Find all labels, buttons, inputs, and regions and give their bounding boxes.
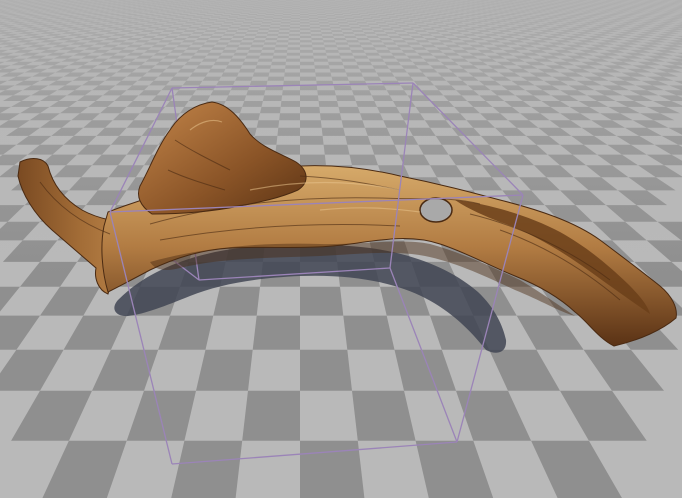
log-knothole <box>419 197 453 223</box>
viewport-canvas[interactable] <box>0 0 682 498</box>
3d-viewport[interactable] <box>0 0 682 498</box>
